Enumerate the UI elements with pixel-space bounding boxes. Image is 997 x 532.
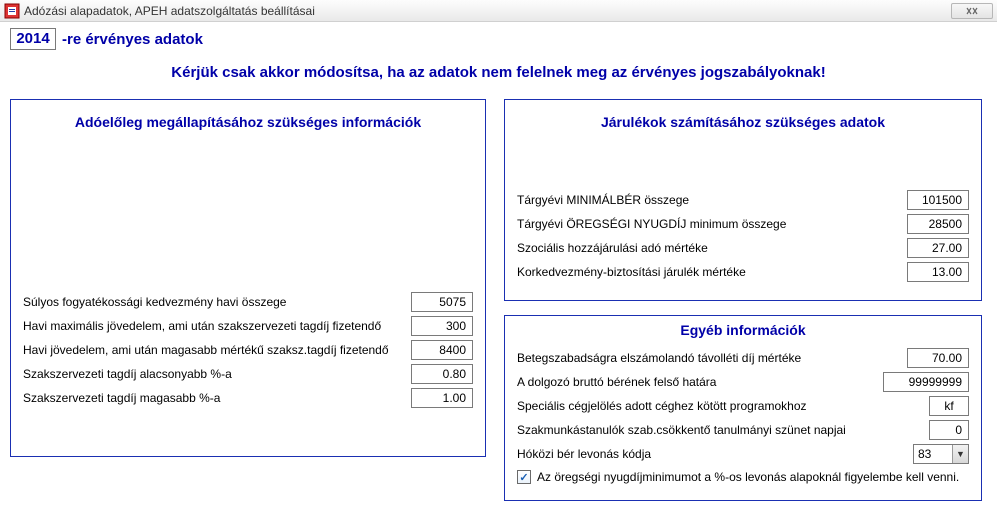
social-label: Szociális hozzájárulási adó mértéke <box>517 241 907 255</box>
year-row: 2014 -re érvényes adatok <box>10 28 987 50</box>
pension-label: Tárgyévi ÖREGSÉGI NYUGDÍJ minimum összeg… <box>517 217 907 231</box>
content-area: 2014 -re érvényes adatok Kérjük csak akk… <box>0 22 997 532</box>
year-suffix: -re érvényes adatok <box>62 31 203 48</box>
disability-input[interactable]: 5075 <box>411 292 473 312</box>
midmonth-row: Hóközi bér levonás kódja 83 ▼ <box>505 442 981 466</box>
misc-panel: Egyéb információk Betegszabadságra elszá… <box>504 315 982 501</box>
contrib-panel: Járulékok számításához szükséges adatok … <box>504 99 982 301</box>
pension-checkbox-row: ✓ Az öregségi nyugdíjminimumot a %-os le… <box>505 466 981 488</box>
agepref-row: Korkedvezmény-biztosítási járulék mérték… <box>505 260 981 284</box>
apprentice-input[interactable]: 0 <box>929 420 969 440</box>
social-row: Szociális hozzájárulási adó mértéke 27.0… <box>505 236 981 260</box>
union-low-row: Szakszervezeti tagdíj alacsonyabb %-a 0.… <box>11 362 485 386</box>
window-close-button[interactable] <box>951 3 993 19</box>
company-row: Speciális cégjelölés adott céghez kötött… <box>505 394 981 418</box>
union-high-label: Szakszervezeti tagdíj magasabb %-a <box>23 391 411 405</box>
grosscap-row: A dolgozó bruttó bérének felső határa 99… <box>505 370 981 394</box>
advance-panel-title: Adóelőleg megállapításához szükséges inf… <box>11 114 485 130</box>
company-input[interactable]: kf <box>929 396 969 416</box>
minwage-input[interactable]: 101500 <box>907 190 969 210</box>
title-bar: Adózási alapadatok, APEH adatszolgáltatá… <box>0 0 997 22</box>
agepref-label: Korkedvezmény-biztosítási járulék mérték… <box>517 265 907 279</box>
union-high-row: Szakszervezeti tagdíj magasabb %-a 1.00 <box>11 386 485 410</box>
social-input[interactable]: 27.00 <box>907 238 969 258</box>
midmonth-label: Hóközi bér levonás kódja <box>517 447 913 461</box>
higherincome-input[interactable]: 8400 <box>411 340 473 360</box>
union-low-input[interactable]: 0.80 <box>411 364 473 384</box>
minwage-row: Tárgyévi MINIMÁLBÉR összege 101500 <box>505 188 981 212</box>
app-icon <box>4 3 20 19</box>
pension-input[interactable]: 28500 <box>907 214 969 234</box>
misc-panel-title: Egyéb információk <box>505 322 981 338</box>
advance-panel: Adóelőleg megállapításához szükséges inf… <box>10 99 486 457</box>
maxincome-input[interactable]: 300 <box>411 316 473 336</box>
year-input[interactable]: 2014 <box>10 28 56 50</box>
higherincome-label: Havi jövedelem, ami után magasabb mérték… <box>23 343 411 357</box>
window-title: Adózási alapadatok, APEH adatszolgáltatá… <box>24 4 951 18</box>
chevron-down-icon[interactable]: ▼ <box>952 445 968 463</box>
pension-row: Tárgyévi ÖREGSÉGI NYUGDÍJ minimum összeg… <box>505 212 981 236</box>
grosscap-input[interactable]: 99999999 <box>883 372 969 392</box>
sickpay-row: Betegszabadságra elszámolandó távolléti … <box>505 346 981 370</box>
apprentice-row: Szakmunkástanulók szab.csökkentő tanulmá… <box>505 418 981 442</box>
maxincome-label: Havi maximális jövedelem, ami után szaks… <box>23 319 411 333</box>
midmonth-select[interactable]: 83 ▼ <box>913 444 969 464</box>
minwage-label: Tárgyévi MINIMÁLBÉR összege <box>517 193 907 207</box>
union-low-label: Szakszervezeti tagdíj alacsonyabb %-a <box>23 367 411 381</box>
contrib-panel-title: Járulékok számításához szükséges adatok <box>505 114 981 130</box>
grosscap-label: A dolgozó bruttó bérének felső határa <box>517 375 883 389</box>
maxincome-row: Havi maximális jövedelem, ami után szaks… <box>11 314 485 338</box>
pension-checkbox-label: Az öregségi nyugdíjminimumot a %-os levo… <box>537 470 959 484</box>
midmonth-value: 83 <box>914 447 952 461</box>
sickpay-label: Betegszabadságra elszámolandó távolléti … <box>517 351 907 365</box>
union-high-input[interactable]: 1.00 <box>411 388 473 408</box>
agepref-input[interactable]: 13.00 <box>907 262 969 282</box>
apprentice-label: Szakmunkástanulók szab.csökkentő tanulmá… <box>517 423 929 437</box>
disability-label: Súlyos fogyatékossági kedvezmény havi ös… <box>23 295 411 309</box>
warning-text: Kérjük csak akkor módosítsa, ha az adato… <box>10 64 987 81</box>
disability-row: Súlyos fogyatékossági kedvezmény havi ös… <box>11 290 485 314</box>
pension-checkbox[interactable]: ✓ <box>517 470 531 484</box>
company-label: Speciális cégjelölés adott céghez kötött… <box>517 399 929 413</box>
sickpay-input[interactable]: 70.00 <box>907 348 969 368</box>
higherincome-row: Havi jövedelem, ami után magasabb mérték… <box>11 338 485 362</box>
